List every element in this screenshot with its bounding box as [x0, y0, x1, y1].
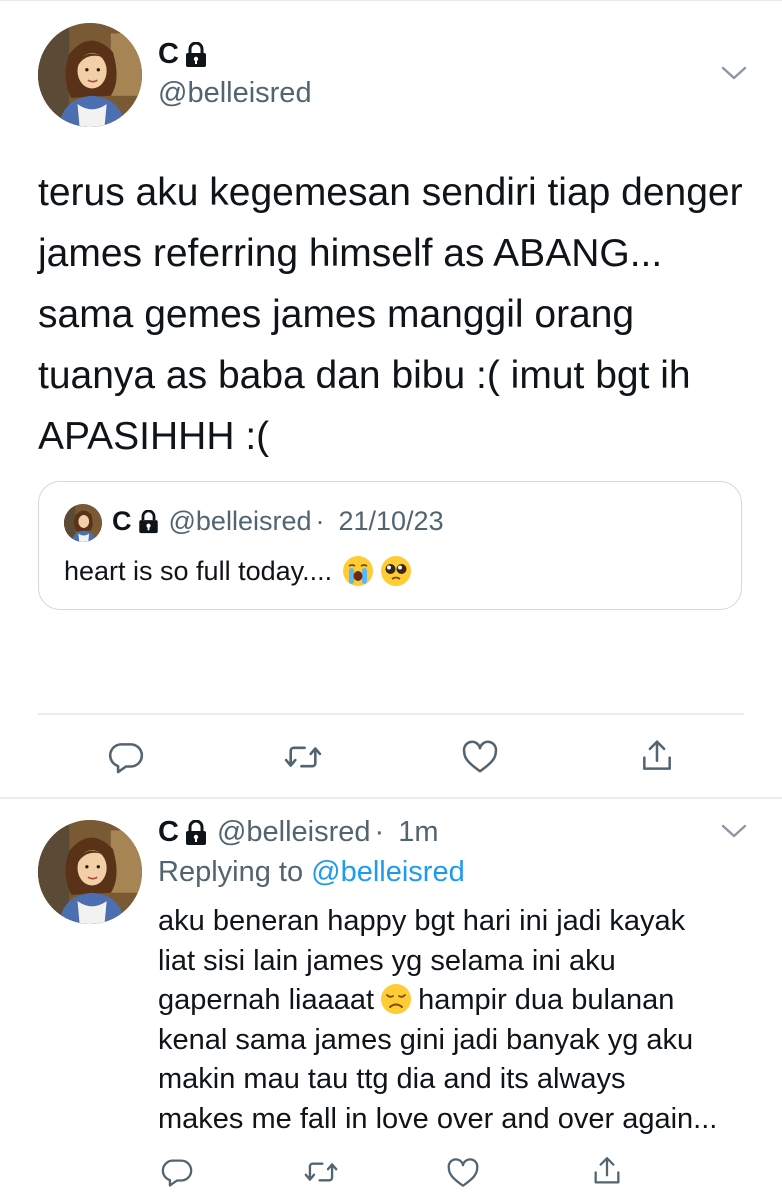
like-button[interactable] [460, 737, 500, 777]
quoted-text: heart is so full today.... [64, 555, 333, 586]
share-icon [643, 740, 671, 770]
belle-avatar-icon [38, 23, 142, 127]
author-handle[interactable]: @belleisred [158, 77, 312, 110]
reply-avatar[interactable] [38, 820, 142, 924]
heart-icon [447, 1158, 479, 1187]
reply-text-segment: gapernah liaaaat [158, 984, 375, 1016]
tweet-separator [0, 797, 782, 799]
reply-time[interactable]: 1m [398, 816, 438, 849]
tweet-text: terus aku kegemesan sendiri tiap denger … [38, 171, 743, 458]
reply-handle[interactable]: @belleisred [217, 816, 371, 849]
reply-text-line: makes me fall in love over and over agai… [158, 1102, 718, 1135]
belle-avatar-icon [64, 504, 102, 542]
reply-display-name[interactable]: C [158, 816, 179, 849]
lock-icon [185, 41, 207, 68]
avatar[interactable] [38, 23, 142, 127]
share-icon [594, 1157, 620, 1184]
lock-icon [138, 509, 159, 534]
reply-text-line: gapernah liaaaat hampir dua bulanan [158, 981, 758, 1021]
quoted-handle: @belleisred [168, 506, 312, 536]
reply-text-line: kenal sama james gini jadi banyak yg aku [158, 1023, 694, 1056]
replying-to-line: Replying to @belleisred [158, 856, 465, 889]
dot-separator: · [315, 506, 325, 536]
quoted-avatar [64, 504, 102, 542]
chevron-down-icon[interactable] [720, 64, 748, 82]
replying-mention[interactable]: @belleisred [311, 856, 465, 888]
disappointed-face-icon [380, 983, 412, 1015]
reply-text: aku beneran happy bgt hari ini jadi kaya… [158, 902, 758, 1139]
action-bar-divider [38, 713, 744, 715]
display-name[interactable]: C [158, 38, 179, 71]
retweet-button[interactable] [283, 737, 323, 777]
retweet-icon [284, 746, 322, 768]
like-button[interactable] [443, 1153, 483, 1193]
quoted-text-row: heart is so full today.... [64, 555, 412, 587]
reply-icon [108, 743, 144, 774]
reply-author-row: C @belleisred · 1m [158, 816, 439, 849]
top-border [0, 0, 782, 1]
dot-separator: · [374, 816, 385, 848]
share-button[interactable] [587, 1151, 627, 1191]
replying-prefix: Replying to [158, 856, 304, 888]
pleading-face-icon [380, 555, 412, 587]
reply-text-line: liat sisi lain james yg selama ini aku [158, 944, 616, 977]
retweet-icon [304, 1162, 338, 1182]
quoted-author-row: C @belleisred · 21/10/23 [112, 506, 444, 537]
reply-icon [161, 1159, 193, 1187]
lock-icon [185, 819, 207, 846]
loudly-crying-face-icon [342, 555, 374, 587]
author-name-row: C [158, 38, 207, 71]
quoted-date: 21/10/23 [338, 506, 444, 536]
reply-text-segment: hampir dua bulanan [418, 984, 675, 1016]
reply-button[interactable] [106, 737, 146, 777]
reply-button[interactable] [157, 1152, 197, 1192]
quoted-display-name: C [112, 506, 132, 536]
share-button[interactable] [637, 736, 677, 776]
reply-text-line: makin mau tau ttg dia and its always [158, 1063, 626, 1095]
retweet-button[interactable] [301, 1152, 341, 1192]
quoted-tweet-card[interactable] [38, 481, 742, 610]
heart-icon [462, 740, 498, 773]
reply-text-line: aku beneran happy bgt hari ini jadi kaya… [158, 905, 686, 937]
belle-avatar-icon [38, 820, 142, 924]
chevron-down-icon[interactable] [720, 822, 748, 840]
